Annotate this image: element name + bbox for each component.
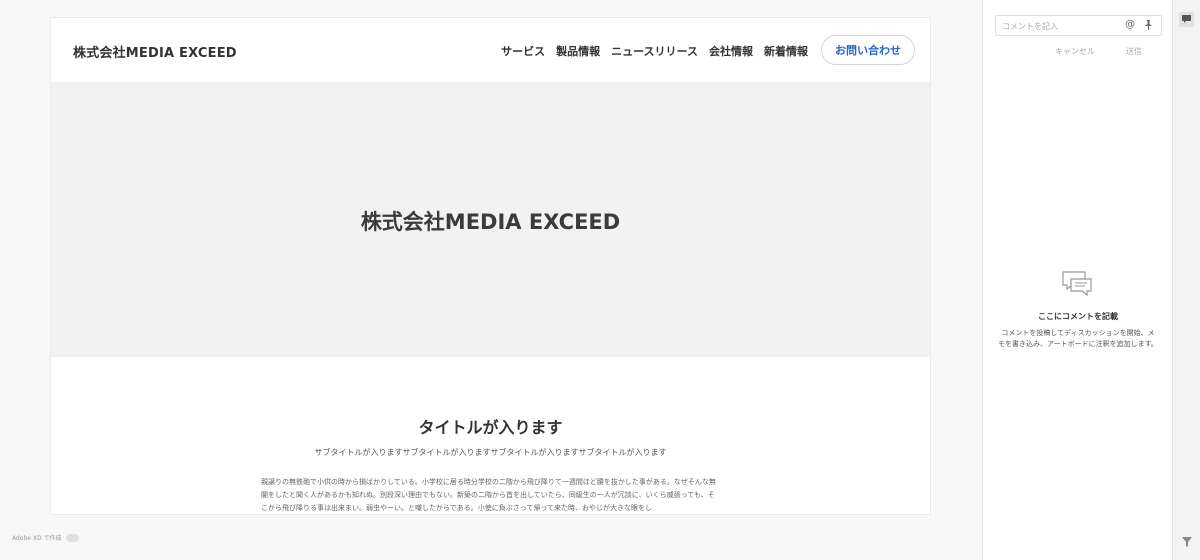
comment-input[interactable] <box>1002 19 1112 33</box>
comments-panel: @ キャンセル 送信 ここにコメントを記載 コメントを投稿してディスカッションを… <box>982 0 1172 560</box>
comment-box: @ <box>995 15 1162 36</box>
pin-icon[interactable] <box>1144 20 1153 33</box>
section-title: タイトルが入ります <box>418 418 563 437</box>
send-button[interactable]: 送信 <box>1126 46 1142 57</box>
right-rail <box>1172 0 1200 560</box>
made-with-label: Adobe XD で作成 <box>12 535 62 542</box>
main-nav: サービス 製品情報 ニュースリリース 会社情報 新着情報 <box>501 43 808 59</box>
body-text: 親譲りの無鉄砲で小供の時から損ばかりしている。小学校に居る時分学校の二階から飛び… <box>261 478 716 512</box>
contact-button[interactable]: お問い合わせ <box>821 35 915 65</box>
hero-section: 株式会社MEDIA EXCEED <box>51 82 930 357</box>
section-subtitle: サブタイトルが入りますサブタイトルが入りますサブタイトルが入りますサブタイトルが… <box>314 448 667 457</box>
toggle-icon[interactable] <box>65 533 79 542</box>
hero-title: 株式会社MEDIA EXCEED <box>360 210 621 234</box>
comment-bubble-icon[interactable] <box>1179 12 1194 27</box>
at-icon[interactable]: @ <box>1125 19 1135 30</box>
site-logo[interactable]: 株式会社MEDIA EXCEED <box>73 42 237 61</box>
canvas-area: 株式会社MEDIA EXCEED サービス 製品情報 ニュースリリース 会社情報… <box>0 0 982 560</box>
made-with-xd: Adobe XD で作成 <box>12 533 79 542</box>
site-header: 株式会社MEDIA EXCEED サービス 製品情報 ニュースリリース 会社情報… <box>51 18 930 82</box>
comment-bubble-icon <box>1061 270 1095 298</box>
nav-item-products[interactable]: 製品情報 <box>556 43 600 59</box>
nav-item-company[interactable]: 会社情報 <box>709 43 753 59</box>
filter-icon[interactable] <box>1182 532 1192 551</box>
nav-item-services[interactable]: サービス <box>501 43 545 59</box>
cancel-button[interactable]: キャンセル <box>1055 46 1095 57</box>
empty-title: ここにコメントを記載 <box>1038 312 1118 321</box>
artboard: 株式会社MEDIA EXCEED サービス 製品情報 ニュースリリース 会社情報… <box>51 18 930 514</box>
nav-item-news-release[interactable]: ニュースリリース <box>611 43 698 59</box>
nav-item-whats-new[interactable]: 新着情報 <box>764 43 808 59</box>
empty-description: コメントを投稿してディスカッションを開始、メモを書き込み、アートボードに注釈を追… <box>998 329 1158 348</box>
